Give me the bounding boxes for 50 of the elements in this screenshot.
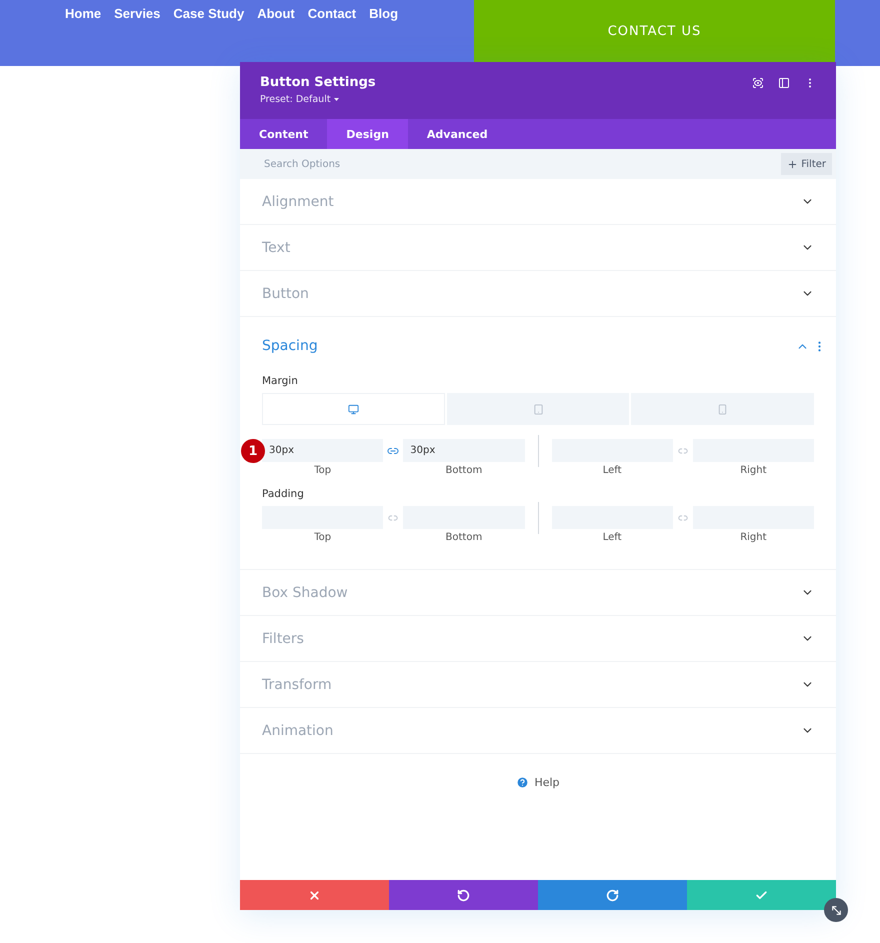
tab[interactable]: Content — [240, 119, 328, 149]
section-title[interactable]: Button — [262, 286, 309, 302]
help-icon — [516, 776, 530, 789]
sidebar-icon[interactable] — [778, 77, 790, 89]
nav-link[interactable]: Servies — [114, 6, 160, 21]
field-caption: Right — [739, 465, 768, 476]
tablet-icon — [532, 404, 544, 414]
input-field[interactable]: 30px — [262, 439, 384, 462]
close-icon — [308, 888, 321, 902]
input-field[interactable]: 30px — [403, 439, 524, 462]
field-caption: Left — [602, 465, 623, 476]
nav-link[interactable]: About — [257, 6, 295, 21]
search-field[interactable]: Search Options — [262, 158, 391, 170]
section-title[interactable]: Box Shadow — [262, 584, 348, 600]
section-title[interactable]: Animation — [262, 722, 334, 738]
desktop-icon — [348, 404, 359, 414]
panel-title: Button Settings — [260, 75, 376, 90]
field-caption: Bottom — [444, 532, 484, 543]
nav-link[interactable]: Contact — [308, 6, 356, 21]
check-icon — [755, 888, 768, 902]
field-caption: Right — [739, 532, 768, 543]
section-title[interactable]: Transform — [262, 676, 332, 692]
plus-icon — [787, 158, 798, 170]
tab[interactable]: Advanced — [408, 119, 507, 149]
field-caption: Bottom — [444, 465, 484, 476]
contact-us-button[interactable]: CONTACT US — [474, 0, 835, 62]
nav-link[interactable]: Home — [65, 6, 102, 21]
group-label: Padding — [262, 488, 305, 500]
phone-icon — [717, 404, 728, 414]
undo-icon — [457, 888, 470, 902]
save-button[interactable] — [687, 880, 836, 910]
group-label: Margin — [262, 375, 299, 387]
section-title[interactable]: Filters — [262, 630, 304, 646]
field-caption: Top — [313, 465, 332, 476]
section-title[interactable]: Spacing — [262, 338, 318, 354]
focus-icon[interactable] — [752, 77, 764, 89]
section-title[interactable]: Alignment — [262, 194, 334, 210]
filter-button[interactable]: Filter — [781, 153, 832, 175]
help-link[interactable]: Help — [240, 776, 836, 880]
section-title[interactable]: Text — [262, 240, 290, 256]
nav-link[interactable]: Blog — [369, 6, 398, 21]
tab[interactable]: Design — [327, 119, 408, 149]
nav-link[interactable]: Case Study — [173, 6, 244, 21]
field-caption: Top — [313, 532, 332, 543]
resize-handle[interactable] — [824, 898, 848, 922]
preset-dropdown[interactable]: Preset: Default — [260, 94, 376, 105]
redo-icon — [606, 888, 619, 902]
resize-icon — [830, 904, 842, 916]
field-caption: Left — [602, 532, 623, 543]
caret-icon — [334, 98, 339, 102]
